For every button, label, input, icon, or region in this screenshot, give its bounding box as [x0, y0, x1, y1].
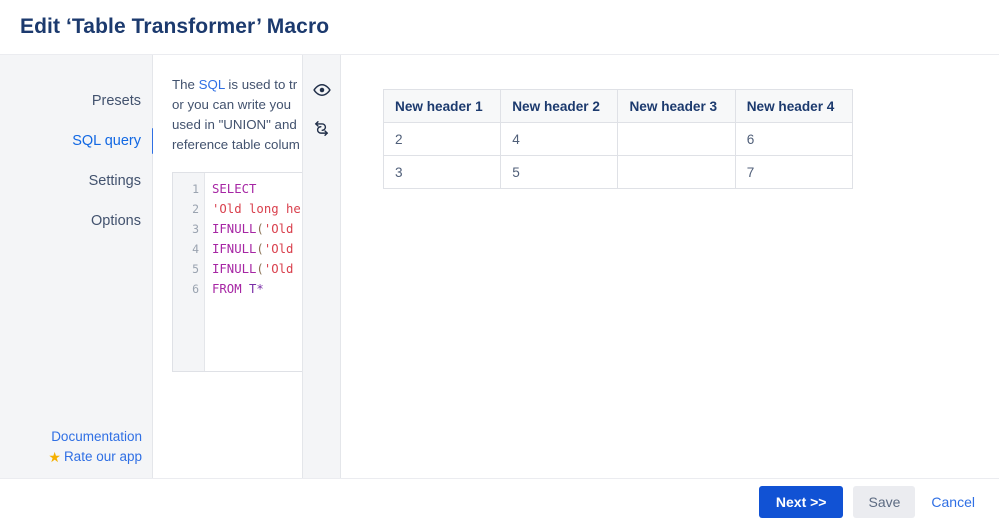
preview-icon-rail	[302, 55, 341, 478]
sql-query-form-panel: The SQL is used to tr or you can write y…	[153, 55, 302, 478]
code-token-identifier: T*	[241, 282, 264, 296]
sidebar-nav: Presets SQL query Settings Options	[0, 81, 155, 241]
save-button[interactable]: Save	[853, 486, 916, 518]
code-token-keyword: IFNULL	[212, 242, 257, 256]
preview-table: New header 1 New header 2 New header 3 N…	[382, 89, 854, 189]
code-line: IFNULL('Old	[212, 239, 302, 259]
star-icon: ★	[48, 449, 61, 465]
code-line: SELECT	[212, 179, 302, 199]
dialog-footer: Next >> Save Cancel	[0, 479, 999, 525]
table-cell: 2	[382, 122, 502, 156]
table-header-cell: New header 2	[500, 89, 619, 123]
code-line: IFNULL('Old	[212, 259, 302, 279]
eye-icon[interactable]	[311, 79, 333, 101]
sidebar: Presets SQL query Settings Options Docum…	[0, 55, 155, 478]
code-token-string: 'Old	[263, 262, 294, 276]
rate-our-app-link[interactable]: ★ Rate our app	[48, 448, 142, 466]
sidebar-item-label: SQL query	[72, 133, 141, 149]
dialog-header: Edit ‘Table Transformer’ Macro	[0, 0, 999, 55]
sql-code-editor[interactable]: 1 2 3 4 5 6 SELECT 'Old long he IFNULL('…	[172, 172, 302, 372]
table-cell: 3	[382, 155, 502, 189]
code-line: IFNULL('Old	[212, 219, 302, 239]
table-header-cell: New header 1	[382, 89, 502, 123]
description-line-3: used in "UNION" and	[172, 117, 297, 132]
table-cell: 5	[500, 155, 619, 189]
sidebar-footer: Documentation ★ Rate our app	[0, 428, 152, 466]
description-line-4: reference table colum	[172, 137, 300, 152]
sidebar-item-label: Presets	[91, 93, 141, 109]
sql-doc-link[interactable]: SQL	[199, 77, 225, 92]
documentation-link[interactable]: Documentation	[51, 428, 142, 446]
code-token-punct: (	[256, 242, 264, 256]
table-cell: 4	[500, 122, 619, 156]
sidebar-item-sql-query[interactable]: SQL query	[0, 121, 155, 161]
line-number: 3	[192, 222, 199, 236]
sidebar-item-label: Settings	[88, 173, 141, 189]
table-header-cell: New header 4	[734, 89, 854, 123]
code-token-keyword: IFNULL	[212, 262, 257, 276]
form-description: The SQL is used to tr or you can write y…	[172, 75, 302, 155]
code-token-string: 'Old	[263, 242, 294, 256]
table-body: 2 4 6 3 5 7	[382, 122, 854, 189]
code-area[interactable]: SELECT 'Old long he IFNULL('Old IFNULL('…	[205, 173, 302, 371]
code-token-punct: (	[256, 262, 264, 276]
refresh-icon[interactable]	[311, 117, 333, 139]
table-cell	[617, 122, 736, 156]
line-number: 1	[192, 182, 199, 196]
code-token-string: 'Old long he	[212, 202, 301, 216]
table-cell	[617, 155, 736, 189]
description-line-1: The SQL is used to tr	[172, 75, 302, 95]
table-cell: 6	[734, 122, 854, 156]
description-line-2: or you can write you	[172, 97, 291, 112]
code-line: 'Old long he	[212, 199, 302, 219]
table-row: 2 4 6	[382, 122, 854, 156]
sidebar-item-settings[interactable]: Settings	[0, 161, 152, 201]
table-header-row: New header 1 New header 2 New header 3 N…	[382, 89, 854, 123]
description-text-b: is used to tr	[224, 77, 298, 92]
table-preview-panel: New header 1 New header 2 New header 3 N…	[341, 55, 999, 478]
dialog-body: Presets SQL query Settings Options Docum…	[0, 55, 999, 479]
line-number: 2	[192, 202, 199, 216]
description-text-a: The	[172, 77, 199, 92]
table-head: New header 1 New header 2 New header 3 N…	[382, 89, 854, 123]
rate-our-app-label: Rate our app	[63, 449, 142, 464]
line-number: 4	[192, 242, 199, 256]
code-token-keyword: FROM	[212, 282, 242, 296]
next-button[interactable]: Next >>	[758, 486, 844, 518]
page-title: Edit ‘Table Transformer’ Macro	[20, 15, 330, 38]
code-token-punct: (	[256, 222, 264, 236]
code-line: FROM T*	[212, 279, 302, 299]
line-number: 5	[192, 262, 199, 276]
code-token-keyword: SELECT	[212, 182, 257, 196]
sidebar-item-options[interactable]: Options	[0, 201, 152, 241]
table-header-cell: New header 3	[617, 89, 736, 123]
table-cell: 7	[734, 155, 854, 189]
code-token-keyword: IFNULL	[212, 222, 257, 236]
cancel-button[interactable]: Cancel	[925, 486, 981, 518]
code-token-string: 'Old	[263, 222, 294, 236]
table-row: 3 5 7	[382, 155, 854, 189]
sidebar-item-label: Options	[91, 213, 141, 229]
sidebar-item-presets[interactable]: Presets	[0, 81, 152, 121]
line-number: 6	[192, 282, 199, 296]
code-gutter: 1 2 3 4 5 6	[173, 173, 205, 371]
